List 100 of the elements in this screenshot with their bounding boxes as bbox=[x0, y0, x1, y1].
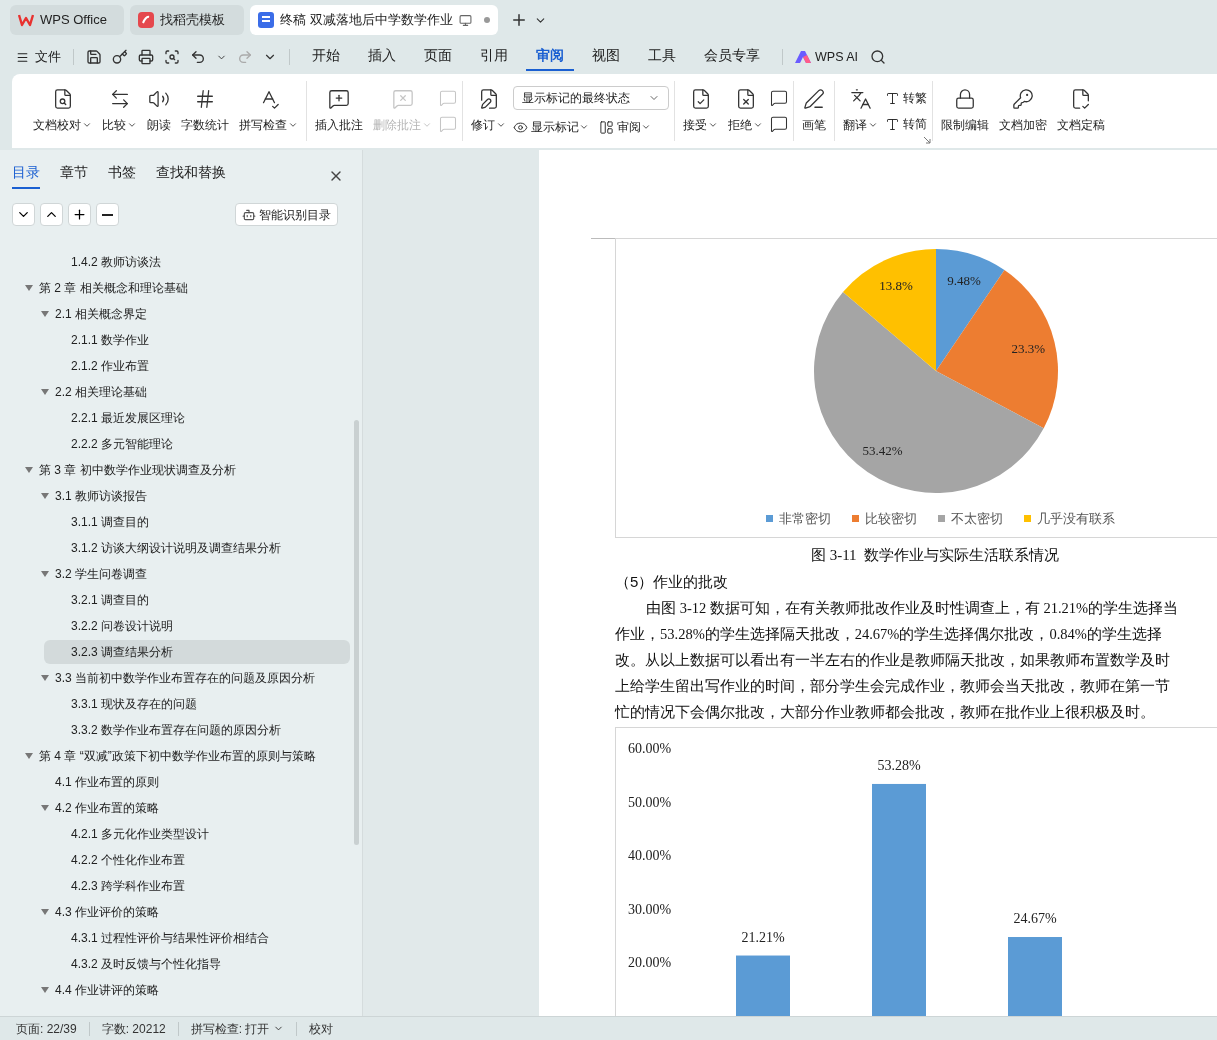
outline-item[interactable]: 4.2.1 多元化作业类型设计 bbox=[44, 822, 350, 846]
expand-down-button[interactable] bbox=[12, 203, 35, 226]
word-count-icon bbox=[194, 88, 216, 110]
ribbon-button[interactable]: 字数统计 bbox=[178, 88, 232, 134]
document-tab[interactable]: WPS Office bbox=[10, 5, 124, 35]
outline-item[interactable]: 第 4 章 “双减”政策下初中数学作业布置的原则与策略 bbox=[12, 744, 350, 768]
expanded-arrow-icon[interactable] bbox=[41, 310, 49, 318]
expanded-arrow-icon[interactable] bbox=[41, 570, 49, 578]
outline-item[interactable]: 3.1.2 访谈大纲设计说明及调查结果分析 bbox=[44, 536, 350, 560]
outline-item[interactable]: 3.2.1 调查目的 bbox=[44, 588, 350, 612]
ribbon-button[interactable]: 朗读 bbox=[144, 88, 174, 134]
proofread-button[interactable]: 校对 bbox=[309, 1019, 334, 1038]
ribbon-button[interactable]: 插入批注 bbox=[312, 88, 366, 134]
outline-item[interactable]: 2.1 相关概念界定 bbox=[28, 302, 350, 326]
print-icon[interactable] bbox=[138, 49, 154, 65]
ribbon-button[interactable]: 比较 bbox=[99, 88, 140, 134]
ai-button[interactable]: WPS AI bbox=[795, 47, 859, 67]
print-preview-icon[interactable] bbox=[164, 49, 180, 65]
outline-item[interactable]: 第 3 章 初中数学作业现状调查及分析 bbox=[12, 458, 350, 482]
panel-tab[interactable]: 目录 bbox=[12, 162, 40, 189]
ribbon-button[interactable]: 文档校对 bbox=[30, 88, 95, 134]
expanded-arrow-icon[interactable] bbox=[25, 284, 33, 292]
outline-item[interactable]: 3.2.3 调查结果分析 bbox=[44, 640, 350, 664]
markup-select[interactable]: 显示标记的最终状态 bbox=[513, 86, 669, 110]
scrollbar[interactable] bbox=[354, 420, 359, 845]
ribbon-button[interactable]: 画笔 bbox=[799, 88, 829, 134]
panel-tab[interactable]: 章节 bbox=[60, 162, 88, 189]
expanded-arrow-icon[interactable] bbox=[41, 492, 49, 500]
ribbon-tab[interactable]: 工具 bbox=[638, 43, 686, 71]
outline-item[interactable]: 3.3.1 现状及存在的问题 bbox=[44, 692, 350, 716]
ribbon-tab[interactable]: 审阅 bbox=[526, 43, 574, 71]
ribbon-button[interactable]: 文档定稿 bbox=[1054, 88, 1108, 134]
expanded-arrow-icon[interactable] bbox=[41, 986, 49, 994]
outline-item[interactable]: 3.1.1 调查目的 bbox=[44, 510, 350, 534]
ribbon-small-button[interactable]: 转简 bbox=[885, 115, 927, 133]
ribbon-button[interactable]: 文档加密 bbox=[996, 88, 1050, 134]
ribbon-button[interactable]: 拼写检查 bbox=[236, 88, 301, 134]
outline-item[interactable]: 第 2 章 相关概念和理论基础 bbox=[12, 276, 350, 300]
ribbon-small-button[interactable]: 显示标记 bbox=[513, 118, 589, 136]
outline-item[interactable]: 3.3 当前初中数学作业布置存在的问题及原因分析 bbox=[28, 666, 350, 690]
axis-tick-label: 20.00% bbox=[628, 955, 672, 970]
ribbon-tab[interactable]: 会员专享 bbox=[694, 43, 770, 71]
outline-item[interactable]: 4.1 作业布置的原则 bbox=[28, 770, 350, 794]
document-tab[interactable]: 终稿 双减落地后中学数学作业 bbox=[250, 5, 498, 35]
expanded-arrow-icon[interactable] bbox=[41, 804, 49, 812]
next-comment-icon[interactable] bbox=[770, 115, 788, 133]
ribbon-button[interactable]: 翻译 bbox=[840, 88, 881, 134]
outline-item[interactable]: 2.2.2 多元智能理论 bbox=[44, 432, 350, 456]
ribbon-button[interactable]: 拒绝 bbox=[725, 88, 766, 134]
new-tab-icon[interactable] bbox=[510, 11, 528, 29]
outline-item[interactable]: 4.2.2 个性化作业布置 bbox=[44, 848, 350, 872]
ribbon-button[interactable]: 修订 bbox=[468, 88, 509, 134]
smart-toc-button[interactable]: 智能识别目录 bbox=[235, 203, 338, 226]
ribbon-button[interactable]: 接受 bbox=[680, 88, 721, 134]
outline-item[interactable]: 4.4 作业讲评的策略 bbox=[28, 978, 350, 1002]
outline-item[interactable]: 4.2 作业布置的策略 bbox=[28, 796, 350, 820]
ribbon-small-button[interactable]: 审阅 bbox=[599, 118, 651, 136]
ribbon-tab[interactable]: 开始 bbox=[302, 43, 350, 71]
outline-item[interactable]: 3.3.2 数学作业布置存在问题的原因分析 bbox=[44, 718, 350, 742]
spell-check-menu[interactable]: 拼写检查: 打开 bbox=[190, 1019, 285, 1038]
outline-item[interactable]: 4.2.3 跨学科作业布置 bbox=[44, 874, 350, 898]
save-icon[interactable] bbox=[86, 49, 102, 65]
outline-item[interactable]: 1.4.2 教师访谈法 bbox=[44, 250, 350, 274]
expanded-arrow-icon[interactable] bbox=[25, 752, 33, 760]
outline-item[interactable]: 4.3 作业评价的策略 bbox=[28, 900, 350, 924]
outline-item[interactable]: 3.1 教师访谈报告 bbox=[28, 484, 350, 508]
collapse-up-button[interactable] bbox=[40, 203, 63, 226]
ribbon-tab[interactable]: 页面 bbox=[414, 43, 462, 71]
outline-item[interactable]: 4.3.1 过程性评价与结果性评价相结合 bbox=[44, 926, 350, 950]
dialog-launcher-icon[interactable] bbox=[924, 137, 931, 144]
ribbon-tab[interactable]: 视图 bbox=[582, 43, 630, 71]
show-markup-icon bbox=[513, 119, 528, 135]
expanded-arrow-icon[interactable] bbox=[41, 674, 49, 682]
panel-tab[interactable]: 书签 bbox=[108, 162, 136, 189]
undo-icon[interactable] bbox=[190, 49, 206, 65]
panel-tab[interactable]: 查找和替换 bbox=[156, 162, 226, 189]
outline-item[interactable]: 2.2.1 最近发展区理论 bbox=[44, 406, 350, 430]
ribbon-button[interactable]: 限制编辑 bbox=[938, 88, 992, 134]
remove-button[interactable] bbox=[96, 203, 119, 226]
outline-item[interactable]: 2.2 相关理论基础 bbox=[28, 380, 350, 404]
ribbon-tab[interactable]: 插入 bbox=[358, 43, 406, 71]
robot-icon bbox=[242, 207, 256, 222]
ribbon-small-button[interactable]: 转繁 bbox=[885, 89, 927, 107]
document-tab[interactable]: 找稻壳模板 bbox=[130, 5, 244, 35]
outline-item[interactable]: 3.2.2 问卷设计说明 bbox=[44, 614, 350, 638]
outline-item[interactable]: 3.2 学生问卷调查 bbox=[28, 562, 350, 586]
key-icon[interactable] bbox=[112, 49, 128, 65]
expanded-arrow-icon[interactable] bbox=[25, 466, 33, 474]
outline-item[interactable]: 4.3.2 及时反馈与个性化指导 bbox=[44, 952, 350, 976]
axis-tick-label: 60.00% bbox=[628, 741, 672, 756]
search-icon[interactable] bbox=[870, 49, 887, 65]
ribbon-tab[interactable]: 引用 bbox=[470, 43, 518, 71]
previous-comment-icon[interactable] bbox=[770, 89, 788, 107]
outline-item[interactable]: 2.1.1 数学作业 bbox=[44, 328, 350, 352]
expanded-arrow-icon[interactable] bbox=[41, 388, 49, 396]
add-button[interactable] bbox=[68, 203, 91, 226]
expanded-arrow-icon[interactable] bbox=[41, 908, 49, 916]
finalize-icon bbox=[1070, 88, 1092, 110]
outline-item[interactable]: 2.1.2 作业布置 bbox=[44, 354, 350, 378]
file-menu[interactable]: 文件 bbox=[16, 47, 61, 67]
